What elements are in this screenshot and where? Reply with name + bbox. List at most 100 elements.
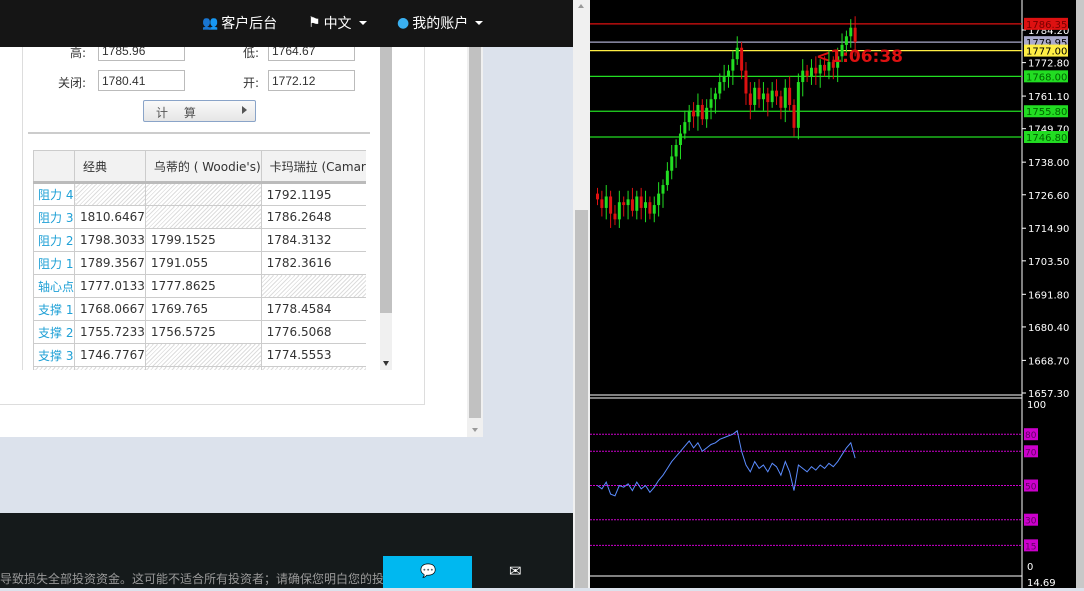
indicator-line [597, 429, 856, 497]
price-tick-label: 1703.50 [1028, 257, 1069, 268]
candle-body [630, 199, 634, 211]
table-row: 阻力 1 1789.3567 1791.055 1782.3616 [33, 251, 366, 275]
candle-body [766, 93, 770, 103]
candle-body [783, 87, 787, 108]
candle-body [740, 47, 744, 71]
table-cell [33, 366, 76, 370]
countdown-label: <1:06:38 [816, 47, 903, 67]
scrollbar-thumb[interactable] [469, 0, 481, 418]
nav-language-label: 中文 [323, 16, 352, 32]
candle-body [757, 87, 761, 100]
candle-body [849, 27, 853, 37]
scrollbar-thumb[interactable] [380, 47, 392, 313]
candle-body [678, 133, 682, 145]
candle-body [674, 144, 678, 157]
table-row: 支撑 1 1768.0667 1769.765 1778.4584 [33, 297, 366, 321]
table-cell: 1768.0667 [74, 297, 146, 321]
table-cell: 1791.055 [144, 251, 262, 275]
candle-body [687, 110, 691, 123]
candle-body [613, 213, 617, 220]
table-row: 支撑 3 1746.7767 1774.5553 [33, 343, 366, 367]
nav-account-label: 我的账户 [412, 16, 469, 32]
table-row: 阻力 4 1792.1195 [33, 182, 366, 206]
top-navbar: 👥 客户后台 ⚑ 中文 ● 我的账户 [0, 0, 573, 47]
candle-body [692, 110, 696, 117]
candle-body [727, 70, 730, 77]
row-label: 阻力 1 [33, 251, 76, 275]
candle-body [639, 196, 643, 208]
candle-body [722, 76, 726, 83]
price-tick-label: 1680.40 [1028, 323, 1069, 334]
webpage: 高: 低: 关闭: 开: 计 算 经典乌蒂的 ( Woodie's)卡玛瑞拉 (… [0, 0, 573, 588]
open-label: 开: [242, 76, 259, 90]
candle-body [696, 104, 700, 117]
candle-body [700, 104, 704, 120]
level-label: 1755.80 [1026, 107, 1067, 118]
card-scrollbar[interactable] [467, 0, 483, 437]
price-tick-label: 1668.70 [1028, 356, 1069, 367]
candle-body [814, 67, 818, 74]
page-scrollbar[interactable] [573, 0, 590, 588]
candle-body [683, 122, 687, 134]
open-input[interactable] [268, 70, 355, 91]
column-header: 卡玛瑞拉 (Camarilla) [260, 150, 366, 184]
envelope-icon: ✉ [509, 562, 522, 580]
nav-client-portal[interactable]: 👥 客户后台 [202, 13, 277, 33]
candle-body [670, 156, 674, 171]
table-row: 阻力 3 1810.6467 1786.2648 [33, 205, 366, 229]
row-label: 阻力 2 [33, 228, 76, 252]
candle-body [644, 202, 648, 208]
row-label: 支撑 2 [33, 320, 76, 344]
scroll-down-icon[interactable] [383, 361, 389, 366]
table-row: 支撑 2 1755.7233 1756.5725 1776.5068 [33, 320, 366, 344]
risk-disclaimer: 导致损失全部投资资金。这可能不适合所有投资者；请确保您明白您的投资 [0, 572, 383, 586]
user-icon: ● [397, 15, 410, 31]
indicator-level-label: 30 [1025, 517, 1037, 527]
trading-chart[interactable]: 1784.20 1772.80 1761.10 1749.70 1738.00 1726.… [590, 0, 1084, 589]
table-cell: 1774.5553 [260, 343, 366, 367]
table-scrollbar[interactable] [380, 47, 392, 370]
scroll-up-icon[interactable] [578, 4, 584, 8]
chart-svg: 1784.201772.801761.101749.701738.001726.… [590, 0, 1084, 589]
calculate-label: 计 算 [156, 106, 202, 120]
price-tick-label: 1726.60 [1028, 191, 1069, 202]
candle-body [770, 90, 774, 103]
calculator-card: 高: 低: 关闭: 开: 计 算 经典乌蒂的 ( Woodie's)卡玛瑞拉 (… [0, 0, 483, 437]
row-label: 支撑 3 [33, 343, 76, 367]
close-input[interactable] [98, 70, 185, 91]
scrollbar-thumb[interactable] [575, 210, 588, 588]
candle-body [801, 70, 805, 83]
candle-body [709, 99, 713, 108]
table-cell [144, 366, 262, 370]
candle-body [779, 96, 783, 108]
nav-language[interactable]: ⚑ 中文 [308, 13, 367, 33]
indicator-min-label: 0 [1027, 562, 1033, 573]
table-cell: 1810.6467 [74, 205, 146, 229]
candle-body [805, 70, 809, 77]
nav-account[interactable]: ● 我的账户 [397, 13, 484, 33]
candle-body [600, 199, 604, 208]
level-label: 1786.35 [1026, 20, 1067, 31]
chat-button[interactable]: 💬 [383, 556, 472, 588]
price-tick-label: 1772.80 [1028, 59, 1069, 70]
candle-body [648, 202, 652, 214]
indicator-level-label: 15 [1025, 542, 1036, 552]
bottom-value-label: 14.69 [1027, 578, 1056, 588]
candle-body [731, 59, 735, 71]
table-cell: 1798.3033 [74, 228, 146, 252]
candle-body [748, 93, 752, 105]
candle-body [853, 27, 857, 43]
level-label: 1768.00 [1026, 72, 1067, 83]
table-cell [144, 182, 262, 206]
row-label: 支撑 1 [33, 297, 76, 321]
nav-client-portal-label: 客户后台 [221, 16, 278, 32]
calculate-button[interactable]: 计 算 [143, 100, 256, 122]
candle-body [626, 199, 630, 206]
price-tick-label: 1657.30 [1028, 389, 1069, 400]
chat-icon: 💬 [420, 564, 437, 579]
table-cell [260, 366, 366, 370]
row-label: 阻力 4 [33, 182, 76, 206]
price-tick-label: 1738.00 [1028, 158, 1069, 169]
email-button[interactable]: ✉ [472, 556, 573, 588]
scroll-down-icon[interactable] [472, 428, 478, 432]
